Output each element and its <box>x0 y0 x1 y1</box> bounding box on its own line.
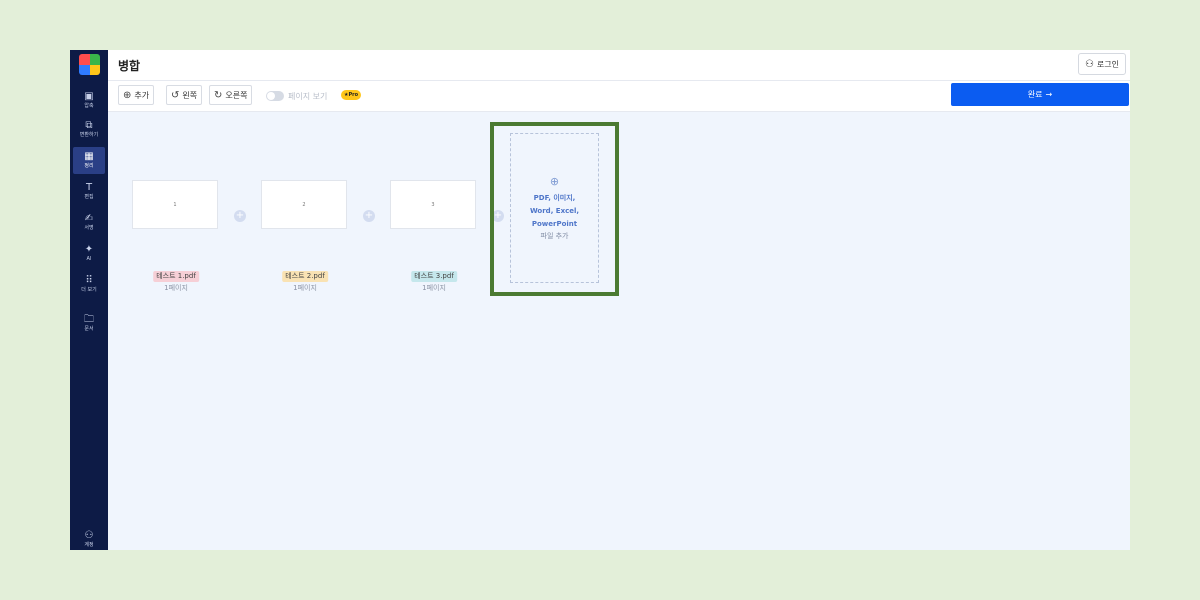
ai-sparkle-icon: ✦ <box>84 244 94 255</box>
page-view-label: 페이지 보기 <box>288 92 328 101</box>
rotate-right-label: 오른쪽 <box>225 90 248 100</box>
rotate-left-icon: ↺ <box>171 89 180 101</box>
sidebar-item-label: 문서 <box>84 326 94 332</box>
text-edit-icon: T <box>85 182 93 193</box>
add-files-dropzone[interactable]: ⊕ PDF, 이미지, Word, Excel, PowerPoint 파일 추… <box>510 133 599 283</box>
sidebar-item-label: 서명 <box>84 225 94 231</box>
sidebar-item-label: AI <box>86 256 92 262</box>
user-icon: ⚇ <box>1084 58 1094 70</box>
file-name-tag: 테스트 1.pdf <box>153 271 199 282</box>
sidebar-item-label: 정리 <box>84 163 94 169</box>
sidebar-item-sign[interactable]: ✍ 서명 <box>73 209 105 236</box>
sidebar: ▣ 압축 ⧉ 변환하기 ▦ 정리 T 편집 ✍ 서명 ✦ AI ⠿ 더 보기 🗀 <box>70 50 108 550</box>
pro-badge: ★Pro <box>341 90 362 100</box>
sidebar-item-label: 계정 <box>84 541 94 548</box>
insert-plus-icon[interactable]: + <box>234 210 246 222</box>
arrow-right-icon: → <box>1045 90 1053 99</box>
file-thumbnail[interactable]: 2 <box>261 180 347 229</box>
user-icon: ⚇ <box>84 529 94 541</box>
sidebar-item-edit[interactable]: T 편집 <box>73 178 105 205</box>
thumbnail-page-number: 3 <box>431 201 435 208</box>
insert-plus-icon[interactable]: + <box>363 210 375 222</box>
signature-icon: ✍ <box>84 213 94 224</box>
add-button[interactable]: ⊕ 추가 <box>118 85 155 105</box>
sidebar-item-organize[interactable]: ▦ 정리 <box>73 147 105 174</box>
sidebar-item-ai[interactable]: ✦ AI <box>73 240 105 267</box>
file-page-count: 1페이지 <box>293 284 317 292</box>
sidebar-item-compress[interactable]: ▣ 압축 <box>73 87 105 114</box>
dropzone-file-types: PDF, 이미지, Word, Excel, PowerPoint <box>529 194 580 228</box>
file-page-count: 1페이지 <box>422 284 446 292</box>
page-title: 병합 <box>118 59 141 73</box>
app-window: ▣ 압축 ⧉ 변환하기 ▦ 정리 T 편집 ✍ 서명 ✦ AI ⠿ 더 보기 🗀 <box>70 50 1130 550</box>
dropzone-add-label: 파일 추가 <box>540 232 569 240</box>
plus-circle-icon: ⊕ <box>549 175 560 188</box>
grid-more-icon: ⠿ <box>85 275 93 286</box>
sidebar-item-label: 더 보기 <box>81 287 97 293</box>
file-thumbnail[interactable]: 3 <box>390 180 476 229</box>
sidebar-item-convert[interactable]: ⧉ 변환하기 <box>73 116 105 143</box>
page-view-toggle[interactable] <box>266 91 284 101</box>
organize-icon: ▦ <box>84 151 94 162</box>
rotate-right-button[interactable]: ↻ 오른쪽 <box>209 85 253 105</box>
folder-icon: 🗀 <box>84 314 94 325</box>
sidebar-item-documents[interactable]: 🗀 문서 <box>73 310 105 337</box>
sidebar-item-label: 편집 <box>84 194 94 200</box>
sidebar-item-account[interactable]: ⚇ 계정 <box>73 528 105 550</box>
rotate-left-label: 왼쪽 <box>182 90 198 100</box>
sidebar-item-label: 압축 <box>84 103 94 109</box>
rotate-left-button[interactable]: ↺ 왼쪽 <box>166 85 203 105</box>
login-button[interactable]: ⚇ 로그인 <box>1077 53 1126 75</box>
header-bar: 병합 ⚇ 로그인 <box>108 50 1130 81</box>
plus-circle-icon: ⊕ <box>123 89 132 101</box>
login-label: 로그인 <box>1096 59 1119 69</box>
file-name-tag: 테스트 2.pdf <box>282 271 328 282</box>
app-logo[interactable] <box>79 54 100 75</box>
done-button[interactable]: 완료 → <box>951 83 1129 106</box>
rotate-right-icon: ↻ <box>214 89 223 101</box>
thumbnail-page-number: 2 <box>302 201 306 208</box>
file-page-count: 1페이지 <box>164 284 188 292</box>
add-label: 추가 <box>134 90 150 100</box>
file-thumbnail[interactable]: 1 <box>132 180 218 229</box>
sidebar-item-more[interactable]: ⠿ 더 보기 <box>73 271 105 298</box>
convert-icon: ⧉ <box>85 120 93 131</box>
toolbar: ⊕ 추가 ↺ 왼쪽 ↻ 오른쪽 페이지 보기 ★Pro 완료 → <box>108 81 1130 112</box>
file-name-tag: 테스트 3.pdf <box>411 271 457 282</box>
compress-icon: ▣ <box>84 91 94 102</box>
sidebar-item-label: 변환하기 <box>79 132 99 138</box>
thumbnail-page-number: 1 <box>173 201 177 208</box>
done-label: 완료 <box>1027 90 1043 99</box>
